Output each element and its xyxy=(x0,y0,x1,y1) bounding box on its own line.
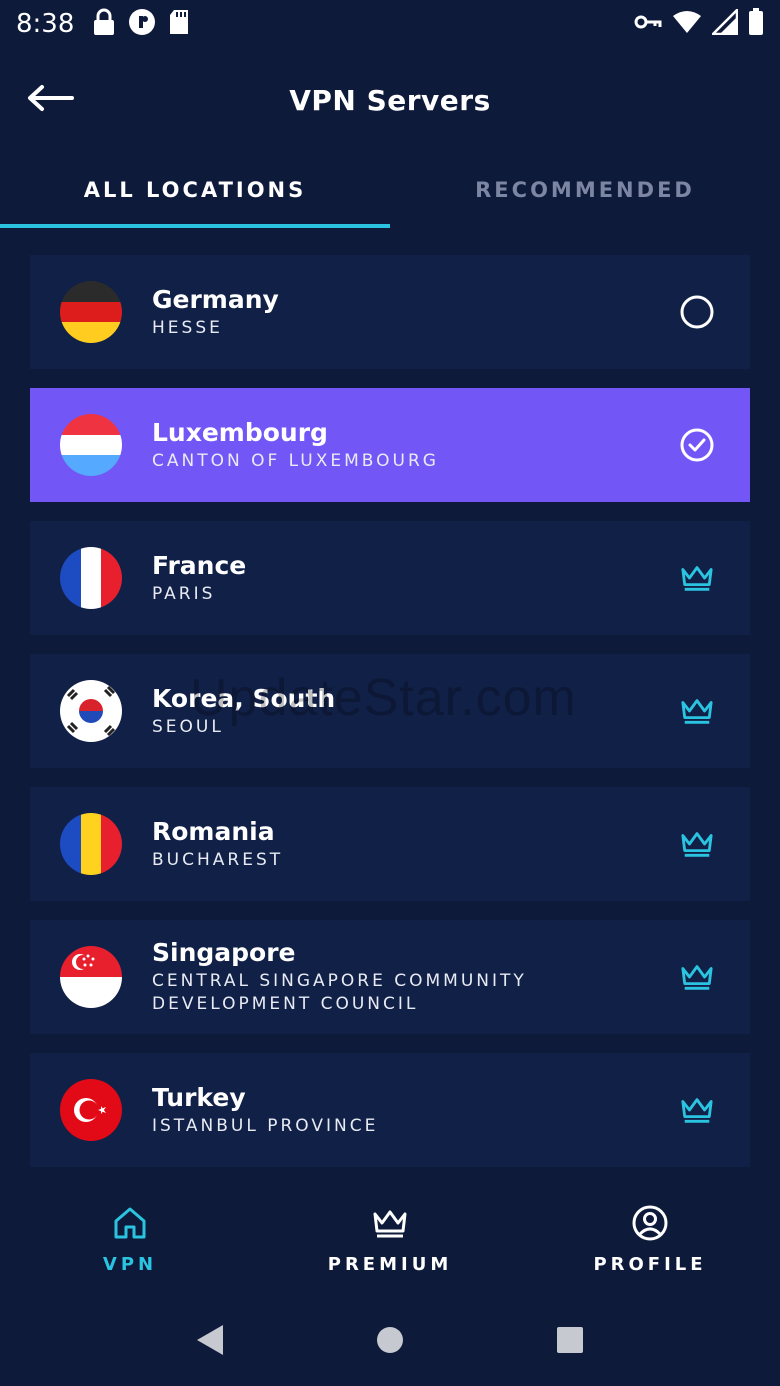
recents-square-icon[interactable] xyxy=(550,1320,590,1360)
tab-all-locations[interactable]: ALL LOCATIONS xyxy=(0,152,390,228)
lock-icon xyxy=(92,8,116,40)
crown-icon[interactable] xyxy=(680,561,714,595)
back-button[interactable] xyxy=(26,78,82,122)
server-country: Luxembourg xyxy=(152,417,328,447)
nav-label: PREMIUM xyxy=(327,1254,453,1275)
arrow-left-icon xyxy=(26,83,74,117)
server-region: CANTON OF LUXEMBOURG xyxy=(152,450,439,471)
server-row-germany[interactable]: Germany HESSE xyxy=(30,255,750,369)
back-triangle-icon[interactable] xyxy=(190,1320,230,1360)
wifi-icon xyxy=(672,10,702,38)
nav-vpn[interactable]: VPN xyxy=(0,1184,260,1294)
server-region: SEOUL xyxy=(152,716,224,737)
home-icon xyxy=(111,1204,149,1242)
vpn-key-icon xyxy=(634,13,662,35)
server-row-south-korea[interactable]: Korea, South SEOUL xyxy=(30,654,750,768)
server-region: PARIS xyxy=(152,583,216,604)
home-circle-icon[interactable] xyxy=(370,1320,410,1360)
status-time: 8:38 xyxy=(16,9,75,39)
bottom-nav: VPN PREMIUM PROFILE xyxy=(0,1184,780,1294)
server-country: Romania xyxy=(152,816,275,846)
nav-premium[interactable]: PREMIUM xyxy=(260,1184,520,1294)
server-region: CENTRAL SINGAPORE COMMUNITY DEVELOPMENT … xyxy=(152,971,527,1014)
server-country: Germany xyxy=(152,284,279,314)
status-bar: 8:38 xyxy=(0,0,780,48)
user-circle-icon xyxy=(631,1204,669,1242)
crown-icon[interactable] xyxy=(680,694,714,728)
server-list: Germany HESSE Luxembourg CANTON OF LUXEM… xyxy=(30,255,750,1186)
server-row-turkey[interactable]: Turkey ISTANBUL PROVINCE xyxy=(30,1053,750,1167)
nav-label: PROFILE xyxy=(593,1254,707,1275)
sd-card-icon xyxy=(168,9,190,39)
server-region: BUCHAREST xyxy=(152,849,284,870)
france-flag-icon xyxy=(60,547,122,609)
system-nav xyxy=(0,1294,780,1386)
signal-icon xyxy=(709,6,739,39)
server-country: Turkey xyxy=(152,1082,246,1112)
server-region: ISTANBUL PROVINCE xyxy=(152,1115,379,1136)
server-country: Singapore xyxy=(152,938,296,967)
crown-icon xyxy=(371,1204,409,1242)
server-row-luxembourg[interactable]: Luxembourg CANTON OF LUXEMBOURG xyxy=(30,388,750,502)
radio-unselected-icon[interactable] xyxy=(680,295,714,329)
status-right-icons xyxy=(634,6,764,40)
server-row-france[interactable]: France PARIS xyxy=(30,521,750,635)
south-korea-flag-icon xyxy=(60,680,122,742)
germany-flag-icon xyxy=(60,281,122,343)
singapore-flag-icon xyxy=(60,946,122,1008)
crown-icon[interactable] xyxy=(680,960,714,994)
crown-icon[interactable] xyxy=(680,1093,714,1127)
page-title: VPN Servers xyxy=(289,83,491,117)
server-row-singapore[interactable]: Singapore CENTRAL SINGAPORE COMMUNITY DE… xyxy=(30,920,750,1034)
status-left-icons xyxy=(92,8,190,40)
app-bar: VPN Servers xyxy=(0,48,780,152)
server-country: France xyxy=(152,550,247,580)
tab-recommended[interactable]: RECOMMENDED xyxy=(390,152,780,228)
server-country: Korea, South xyxy=(152,683,336,713)
tab-bar: ALL LOCATIONS RECOMMENDED xyxy=(0,152,780,228)
nav-profile[interactable]: PROFILE xyxy=(520,1184,780,1294)
server-row-romania[interactable]: Romania BUCHAREST xyxy=(30,787,750,901)
turkey-flag-icon xyxy=(60,1079,122,1141)
vpn-key-circle-icon xyxy=(128,8,156,40)
luxembourg-flag-icon xyxy=(60,414,122,476)
server-region: HESSE xyxy=(152,317,223,338)
crown-icon[interactable] xyxy=(680,827,714,861)
nav-label: VPN xyxy=(102,1254,158,1275)
check-circle-icon[interactable] xyxy=(680,428,714,462)
battery-icon xyxy=(748,8,764,40)
romania-flag-icon xyxy=(60,813,122,875)
